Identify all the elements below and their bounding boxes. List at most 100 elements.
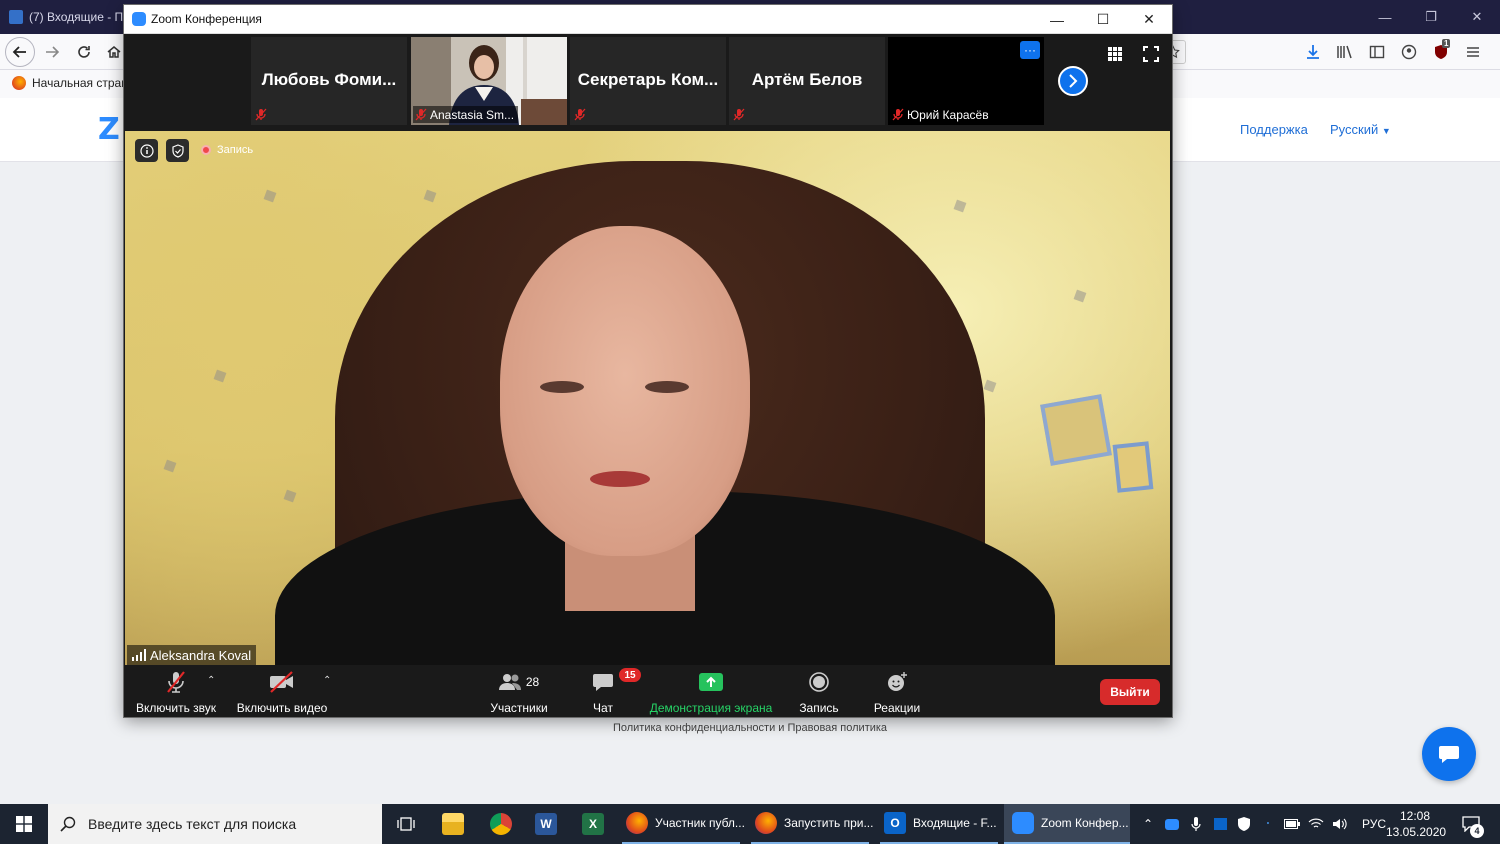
- video-options-caret-icon[interactable]: ⌃: [323, 675, 331, 686]
- chat-label: Чат: [593, 701, 613, 715]
- language-selector[interactable]: Русский ▼: [1330, 122, 1391, 137]
- library-icon[interactable]: [1334, 41, 1356, 63]
- input-language[interactable]: РУС: [1362, 817, 1386, 831]
- participant-name: Артём Белов: [751, 70, 863, 89]
- chevron-right-icon: [1069, 74, 1078, 88]
- browser-minimize-button[interactable]: —: [1362, 0, 1408, 34]
- zoom-icon: [1012, 812, 1034, 834]
- taskbar-excel[interactable]: X: [582, 804, 608, 844]
- windows-taskbar: Введите здесь текст для поиска W X Участ…: [0, 804, 1500, 844]
- wall-picture-frame: [1112, 441, 1154, 493]
- taskbar-word[interactable]: W: [535, 804, 561, 844]
- taskbar-app-label: Запустить при...: [784, 816, 874, 830]
- zoom-maximize-button[interactable]: ☐: [1080, 5, 1126, 34]
- menu-hamburger-icon[interactable]: [1462, 41, 1484, 63]
- outlook-tray-icon[interactable]: [1210, 818, 1230, 830]
- firefox-icon: [12, 76, 26, 90]
- back-button[interactable]: [5, 37, 35, 67]
- muted-mic-icon: [733, 108, 745, 121]
- fullscreen-button[interactable]: [1143, 46, 1159, 62]
- participant-label: Юрий Карасёв: [890, 106, 993, 123]
- audio-options-caret-icon[interactable]: ⌃: [207, 675, 215, 686]
- next-page-button[interactable]: [1058, 66, 1088, 96]
- volume-icon[interactable]: [1330, 818, 1350, 830]
- reload-button[interactable]: [70, 38, 98, 66]
- browser-restore-button[interactable]: ❐: [1408, 0, 1454, 34]
- wifi-icon[interactable]: [1306, 818, 1326, 830]
- participant-thumb[interactable]: Артём Белов: [729, 37, 885, 125]
- gallery-view-button[interactable]: [1107, 46, 1123, 62]
- word-icon: W: [535, 813, 557, 835]
- participant-thumb[interactable]: Любовь Фоми...: [251, 37, 407, 125]
- taskbar-search[interactable]: Введите здесь текст для поиска: [48, 804, 382, 844]
- clock[interactable]: 12:08 13.05.2020: [1386, 808, 1447, 840]
- record-button[interactable]: Запись: [796, 669, 842, 715]
- account-icon[interactable]: [1398, 41, 1420, 63]
- search-placeholder: Введите здесь текст для поиска: [88, 816, 297, 832]
- chrome-icon: [490, 813, 512, 835]
- participant-thumb-video[interactable]: ··· Юрий Карасёв: [888, 37, 1044, 125]
- more-options-button[interactable]: ···: [1020, 41, 1040, 59]
- shield-check-icon: [171, 143, 184, 158]
- sidebar-icon[interactable]: [1366, 41, 1388, 63]
- firefox-icon: [626, 812, 648, 834]
- ublock-icon[interactable]: 1: [1430, 39, 1452, 63]
- taskbar-firefox-window[interactable]: Участник публ...: [622, 804, 745, 844]
- fullscreen-icon: [1143, 46, 1159, 62]
- zoom-close-button[interactable]: ✕: [1126, 5, 1172, 34]
- unmute-button[interactable]: Включить звук: [134, 669, 218, 715]
- participants-count: 28: [525, 675, 540, 689]
- task-view-button[interactable]: [388, 804, 424, 844]
- meeting-info-button[interactable]: [135, 139, 158, 162]
- browser-tab[interactable]: (7) Входящие - П: [0, 0, 124, 34]
- start-button[interactable]: [0, 804, 48, 844]
- start-video-button[interactable]: Включить видео: [236, 669, 328, 715]
- clock-date: 13.05.2020: [1386, 825, 1447, 839]
- taskbar-app-label: Участник публ...: [655, 816, 745, 830]
- grid-icon: [1108, 47, 1122, 61]
- reactions-button[interactable]: Реакции: [870, 669, 924, 715]
- taskbar-file-explorer[interactable]: [442, 804, 470, 844]
- bluetooth-icon[interactable]: ᛫: [1258, 817, 1278, 831]
- participant-name: Секретарь Ком...: [577, 70, 719, 89]
- zoom-minimize-button[interactable]: —: [1034, 5, 1080, 34]
- mail-favicon-icon: [9, 10, 23, 24]
- site-footer-links[interactable]: Политика конфиденциальности и Правовая п…: [0, 722, 1500, 734]
- taskbar-outlook[interactable]: O Входящие - F...: [880, 804, 998, 844]
- chevron-up-icon[interactable]: ⌃: [1138, 817, 1158, 831]
- microphone-icon[interactable]: [1186, 817, 1206, 831]
- arrow-left-icon: [12, 46, 26, 58]
- taskbar-chrome[interactable]: [490, 804, 516, 844]
- download-icon[interactable]: [1302, 41, 1324, 63]
- video-background-wall: [125, 131, 1170, 665]
- participants-button[interactable]: 28 Участники: [484, 669, 554, 715]
- browser-close-button[interactable]: ✕: [1454, 0, 1500, 34]
- leave-meeting-button[interactable]: Выйти: [1100, 679, 1160, 705]
- recording-indicator[interactable]: Запись: [201, 141, 253, 159]
- forward-button[interactable]: [38, 38, 66, 66]
- security-button[interactable]: [166, 139, 189, 162]
- participant-thumb-video[interactable]: Anastasia Sm...: [411, 37, 567, 125]
- participant-thumb[interactable]: Секретарь Ком...: [570, 37, 726, 125]
- outlook-icon: O: [884, 812, 906, 834]
- share-screen-icon: [699, 673, 723, 691]
- bookmark-home[interactable]: Начальная стран: [12, 76, 128, 90]
- battery-icon[interactable]: [1282, 819, 1302, 829]
- caret-down-icon: ▼: [1381, 126, 1391, 136]
- signal-strength-icon: [132, 649, 146, 661]
- recording-label: Запись: [217, 144, 254, 156]
- zoom-logo[interactable]: Z: [98, 112, 120, 147]
- folder-icon: [442, 813, 464, 835]
- taskbar-zoom[interactable]: Zoom Конфер...: [1004, 804, 1130, 844]
- notifications-button[interactable]: 4: [1458, 812, 1484, 838]
- record-dot-icon: [201, 145, 211, 155]
- participant-name: Любовь Фоми...: [261, 70, 397, 89]
- support-chat-button[interactable]: [1422, 727, 1476, 781]
- zoom-tray-icon[interactable]: [1162, 818, 1182, 830]
- chat-button[interactable]: 15 Чат: [576, 668, 641, 715]
- taskbar-app-label: Входящие - F...: [913, 816, 997, 830]
- defender-shield-icon[interactable]: [1234, 817, 1254, 831]
- support-link[interactable]: Поддержка: [1240, 122, 1308, 137]
- taskbar-firefox-window[interactable]: Запустить при...: [751, 804, 873, 844]
- share-screen-button[interactable]: Демонстрация экрана: [648, 669, 774, 715]
